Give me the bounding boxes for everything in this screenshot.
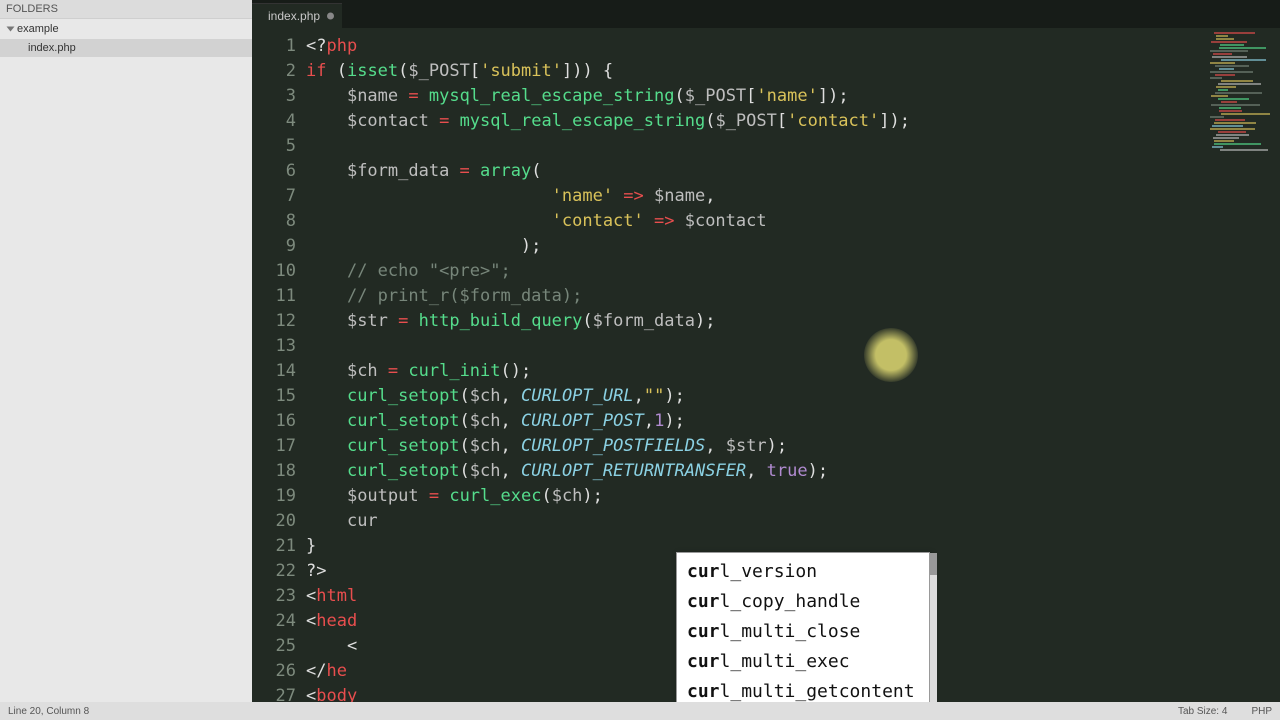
tab-label: index.php [268,9,320,23]
modified-dot-icon [327,13,334,20]
tab-bar: index.php [252,0,1280,28]
autocomplete-item[interactable]: curl_version [677,557,929,587]
autocomplete-popup[interactable]: curl_versioncurl_copy_handlecurl_multi_c… [676,552,930,702]
tab-index-php[interactable]: index.php [252,3,342,28]
file-item[interactable]: index.php [0,39,252,57]
gutter: 1234567891011121314151617181920212223242… [252,28,306,702]
status-cursor[interactable]: Line 20, Column 8 [8,706,89,717]
code-editor[interactable]: <?php if (isset($_POST['submit'])) { $na… [306,28,1280,702]
autocomplete-item[interactable]: curl_copy_handle [677,587,929,617]
sidebar: FOLDERS example index.php [0,0,252,702]
status-syntax[interactable]: PHP [1251,706,1272,717]
editor-area: index.php 123456789101112131415161718192… [252,0,1280,702]
autocomplete-item[interactable]: curl_multi_getcontent [677,677,929,702]
folder-name: example [17,23,59,35]
minimap[interactable] [1204,32,1278,162]
status-bar: Line 20, Column 8 Tab Size: 4 PHP [0,702,1280,720]
status-tab-size[interactable]: Tab Size: 4 [1178,706,1227,717]
autocomplete-item[interactable]: curl_multi_close [677,617,929,647]
folder-item[interactable]: example [0,19,252,39]
triangle-down-icon [7,27,15,32]
autocomplete-item[interactable]: curl_multi_exec [677,647,929,677]
autocomplete-scrollbar[interactable] [930,553,937,702]
sidebar-header: FOLDERS [0,0,252,19]
